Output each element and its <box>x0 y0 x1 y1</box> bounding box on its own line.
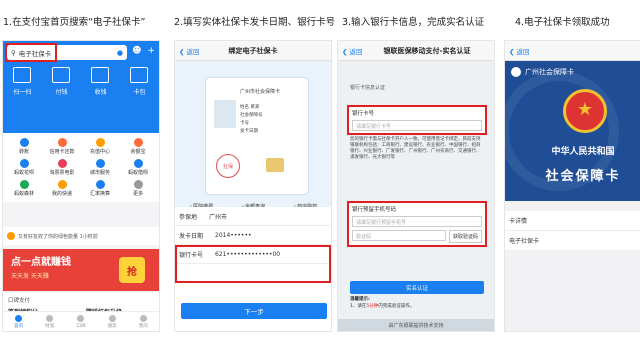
service-item[interactable]: 城市服务 <box>81 159 119 176</box>
bank-card-input[interactable]: 请填写银行卡号 <box>352 120 482 131</box>
bottom-nav: 首页 财富 口碑 朋友 我的 <box>3 311 159 331</box>
nav-koubei[interactable]: 口碑 <box>76 314 85 329</box>
issue-date-field[interactable]: 发卡日期 2014•••••• <box>175 226 331 245</box>
service-item[interactable]: 我的快递 <box>43 180 81 197</box>
service-icon <box>133 180 143 189</box>
service-icon <box>57 180 67 189</box>
code-input[interactable]: 验证码 <box>352 230 446 241</box>
service-icon <box>95 159 105 168</box>
card-options: 卡详情 电子社保卡 <box>505 211 640 251</box>
back-button[interactable]: ❮ 返回 <box>338 46 363 56</box>
phone-input[interactable]: 请填写银行预留手机号 <box>352 216 482 227</box>
step-4-title: 4.电子社保卡领取成功 <box>515 17 610 28</box>
service-icon <box>133 138 143 147</box>
nav-header: ❮ 返回 绑定电子社保卡 <box>175 41 331 61</box>
section-tip: 银行卡信息认证 <box>350 85 386 91</box>
card-illustration: 广州市社会保障卡 姓名 黄某 社会保障号 卡号 发卡日期 社保 医院缴费 余额查… <box>175 61 331 221</box>
service-item[interactable]: 蚂蚁花呗 <box>5 159 43 176</box>
service-icon <box>133 159 143 168</box>
receive-button[interactable]: 收钱 <box>91 67 110 96</box>
verify-button[interactable]: 实名认证 <box>350 281 484 294</box>
national-emblem-icon <box>563 89 607 133</box>
koubei-icon <box>77 314 85 322</box>
next-button[interactable]: 下一步 <box>181 303 327 319</box>
service-icon <box>57 159 67 168</box>
service-icon <box>19 138 29 147</box>
get-code-button[interactable]: 获取验证码 <box>448 230 482 243</box>
e-card-item[interactable]: 电子社保卡 <box>505 231 640 251</box>
social-security-card-image: 广州市社会保障卡 姓名 黄某 社会保障号 卡号 发卡日期 社保 <box>205 77 309 195</box>
card-details-item[interactable]: 卡详情 <box>505 211 640 231</box>
service-item[interactable]: 余额宝 <box>119 138 157 155</box>
service-icon <box>19 159 29 168</box>
contacts-icon[interactable]: ☻ <box>132 46 141 56</box>
energy-icon <box>7 232 15 240</box>
page-title: 银联医保移动支付-实名认证 <box>383 46 471 55</box>
friends-icon <box>108 314 116 322</box>
grab-button[interactable]: 抢 <box>119 257 145 283</box>
card-country: 中华人民共和国 <box>551 147 615 157</box>
section-label: 口碑支付 <box>3 293 159 305</box>
microphone-icon[interactable]: ● <box>117 49 123 57</box>
card-logo-icon <box>511 67 521 77</box>
step-3-title: 3.输入银行卡信息，完成实名认证 <box>342 17 485 28</box>
card-pack-button[interactable]: 卡包 <box>130 67 149 96</box>
nav-header: ❮ 返回 <box>505 41 640 61</box>
service-icon <box>19 180 29 189</box>
service-item[interactable]: 更多 <box>119 180 157 197</box>
e-social-security-card[interactable]: 广州社会保障卡 中华人民共和国 社会保障卡 <box>505 61 640 201</box>
card-seal: 社保 <box>216 154 240 178</box>
service-item[interactable]: 充值中心 <box>81 138 119 155</box>
card-pack-icon <box>130 67 149 83</box>
service-item[interactable]: 转账 <box>5 138 43 155</box>
card-name: 社会保障卡 <box>545 169 621 184</box>
service-icon <box>95 180 105 189</box>
bind-card-screen: ❮ 返回 绑定电子社保卡 广州市社会保障卡 姓名 黄某 社会保障号 卡号 发卡日… <box>174 40 332 332</box>
back-button[interactable]: ❮ 返回 <box>175 46 200 56</box>
home-icon <box>15 314 23 322</box>
add-icon[interactable]: + <box>147 46 155 56</box>
service-item[interactable]: 信用卡还款 <box>43 138 81 155</box>
service-icon <box>57 138 67 147</box>
form-highlight-box <box>175 245 331 283</box>
pay-icon <box>52 67 71 83</box>
step-1-title: 1.在支付宝首页搜索“电子社保卡” <box>3 17 146 28</box>
wealth-icon <box>46 314 54 322</box>
service-item[interactable]: 淘票票电影 <box>43 159 81 176</box>
warm-tip: 温馨提示: 1、请在5分钟内完成验证操作。 <box>350 297 415 309</box>
service-grid: 转账 信用卡还款 充值中心 余额宝蚂蚁花呗 淘票票电影 城市服务 蚂蚁借呗蚂蚁森林 我的快递汇… <box>3 133 159 202</box>
me-icon <box>139 314 147 322</box>
service-item[interactable]: 蚂蚁借呗 <box>119 159 157 176</box>
card-photo <box>214 100 236 128</box>
pay-button[interactable]: 付钱 <box>52 67 71 96</box>
success-screen: ❮ 返回 广州社会保障卡 中华人民共和国 社会保障卡 卡详情 电子社保卡 <box>504 40 640 332</box>
nav-me[interactable]: 我的 <box>139 314 148 329</box>
scan-icon <box>13 67 32 83</box>
region-row[interactable]: 参保地 广州市 <box>175 207 331 226</box>
service-item[interactable]: 蚂蚁森林 <box>5 180 43 197</box>
scan-button[interactable]: 扫一扫 <box>13 67 32 96</box>
phone-box: 银行预留手机号码 请填写银行预留手机号 验证码 获取验证码 <box>347 201 487 247</box>
promo-banner[interactable]: 点一点就赚钱 天天发 天天赚 抢 <box>3 249 159 291</box>
service-icon <box>95 138 105 147</box>
receive-icon <box>91 67 110 83</box>
service-item[interactable]: 汇率换算 <box>81 180 119 197</box>
footer: 由广东银联提供技术支持 <box>338 319 494 331</box>
nav-wealth[interactable]: 财富 <box>45 314 54 329</box>
nav-home[interactable]: 首页 <box>14 314 23 329</box>
step-2-title: 2.填写实体社保卡发卡日期、银行卡号 <box>174 17 336 28</box>
bank-card-box: 银行卡号 请填写银行卡号 <box>347 105 487 135</box>
alipay-home-screen: ⚲ 电子社保卡 ● ☻ + 扫一扫 付钱 收钱 卡包 转账 信用卡还款 充值中心 余额宝… <box>2 40 160 332</box>
search-highlight-box <box>5 43 57 62</box>
energy-notice[interactable]: 又有好友收了你的绿色能量 1小时前 <box>3 227 159 245</box>
nav-friends[interactable]: 朋友 <box>108 314 117 329</box>
card-chip <box>266 158 284 172</box>
verification-screen: ❮ 返回 银联医保移动支付-实名认证 银行卡信息认证 银行卡号 请填写银行卡号 … <box>337 40 495 332</box>
back-button[interactable]: ❮ 返回 <box>505 46 530 56</box>
bank-note: 您的银行卡需与社保卡开户人一致，可使用借记卡绑定，目前支持银联机构包括：工商银行… <box>350 137 481 161</box>
nav-header: ❮ 返回 银联医保移动支付-实名认证 <box>338 41 494 61</box>
